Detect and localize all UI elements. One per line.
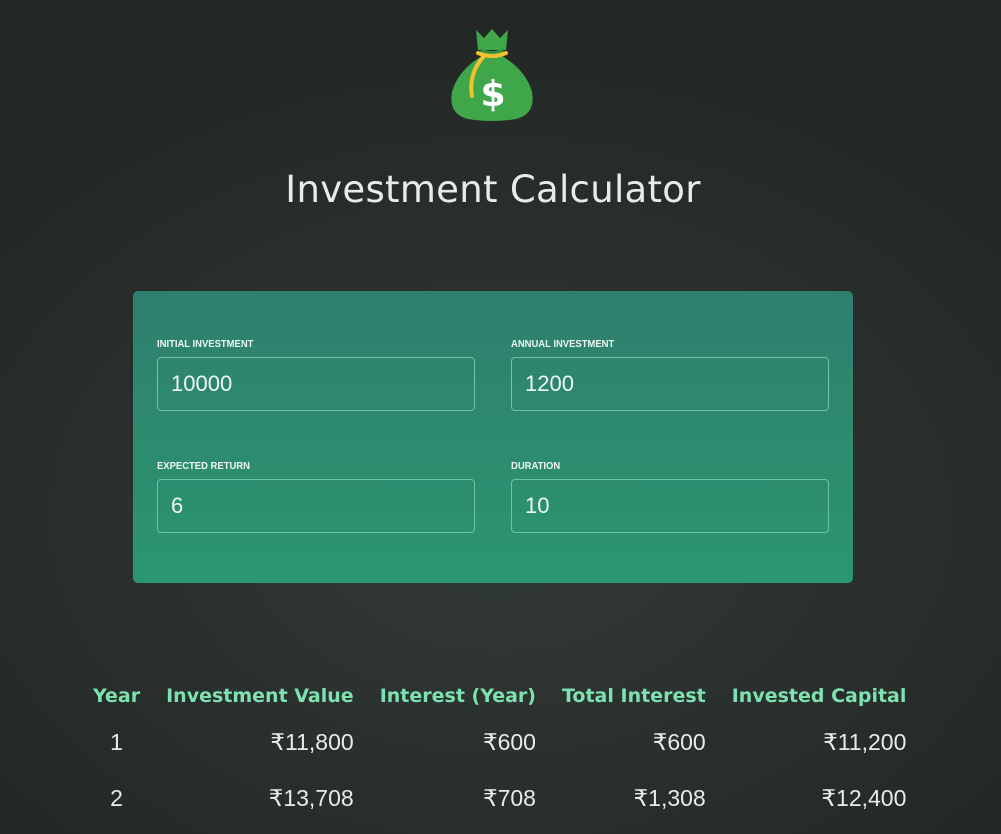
duration-field: Duration xyxy=(511,460,829,533)
expected-return-label: Expected Return xyxy=(157,460,250,472)
annual-investment-input[interactable] xyxy=(511,357,829,411)
header-invested-capital: Invested Capital xyxy=(731,685,907,707)
header-interest-year: Interest (Year) xyxy=(379,685,536,707)
duration-label: Duration xyxy=(511,460,561,472)
cell-invested-capital: ₹11,200 xyxy=(823,728,907,755)
initial-investment-field: Initial Investment xyxy=(157,338,475,411)
dollar-symbol: $ xyxy=(480,74,505,115)
cell-total-interest: ₹1,308 xyxy=(633,784,706,811)
expected-return-input[interactable] xyxy=(157,479,475,533)
page-title: Investment Calculator xyxy=(285,168,701,211)
results-table: Year Investment Value Interest (Year) To… xyxy=(80,678,919,826)
cell-year: 1 xyxy=(110,728,123,755)
cell-interest-year: ₹708 xyxy=(482,784,536,811)
cell-invested-capital: ₹12,400 xyxy=(821,784,907,811)
table-row: 1 ₹11,800 ₹600 ₹600 ₹11,200 xyxy=(80,714,919,770)
cell-total-interest: ₹600 xyxy=(652,728,706,755)
table-row: 2 ₹13,708 ₹708 ₹1,308 ₹12,400 xyxy=(80,770,919,826)
cell-year: 2 xyxy=(110,784,123,811)
initial-investment-label: Initial Investment xyxy=(157,338,254,350)
duration-input[interactable] xyxy=(511,479,829,533)
header-investment-value: Investment Value xyxy=(166,685,354,707)
table-header-row: Year Investment Value Interest (Year) To… xyxy=(80,678,919,714)
initial-investment-input[interactable] xyxy=(157,357,475,411)
annual-investment-field: Annual Investment xyxy=(511,338,829,411)
header-year: Year xyxy=(93,685,141,707)
cell-investment-value: ₹11,800 xyxy=(270,728,354,755)
header-total-interest: Total Interest xyxy=(561,685,706,707)
input-card: Initial Investment Annual Investment Exp… xyxy=(133,291,853,583)
money-bag-icon: $ xyxy=(451,29,533,121)
cell-interest-year: ₹600 xyxy=(482,728,536,755)
cell-investment-value: ₹13,708 xyxy=(268,784,354,811)
annual-investment-label: Annual Investment xyxy=(511,338,615,350)
expected-return-field: Expected Return xyxy=(157,460,475,533)
